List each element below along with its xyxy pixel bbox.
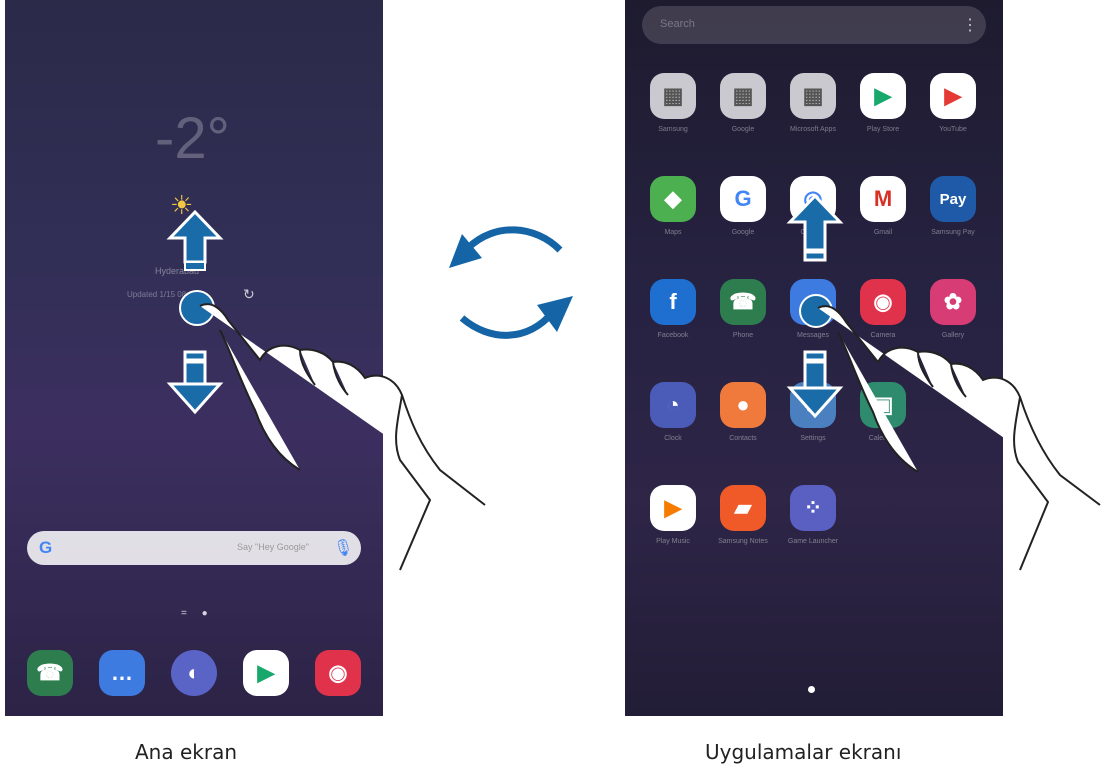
google-search-bar[interactable]: G Say "Hey Google" 🎙 [27, 531, 361, 565]
game-launcher-icon[interactable]: ⁘ [790, 485, 836, 531]
weather-updated: Updated 1/15 08:11 [127, 290, 197, 299]
folder-icon[interactable]: ▦ [790, 73, 836, 119]
sun-icon: ☀ [170, 190, 194, 220]
app-label: Gallery [941, 332, 965, 339]
page-indicator-dot [808, 686, 815, 693]
clock-icon[interactable]: ◔ [650, 382, 696, 428]
app-label: Phone [732, 332, 754, 339]
app-label: Samsung [658, 126, 688, 133]
app-label: Chrome [800, 229, 826, 236]
message-icon[interactable]: … [790, 279, 836, 325]
dock-message-icon[interactable]: … [99, 650, 145, 696]
notes-icon[interactable]: ▰ [720, 485, 766, 531]
weather-location: Hyderabad [155, 266, 200, 276]
app-label: Facebook [657, 332, 689, 339]
cycle-arrowhead-right [537, 296, 573, 332]
dock-play-store-icon[interactable]: ▶ [243, 650, 289, 696]
app-label: Google [731, 229, 755, 236]
app-label: Google [731, 126, 755, 133]
maps-icon[interactable]: ◆ [650, 176, 696, 222]
app-label: YouTube [939, 126, 967, 133]
refresh-icon[interactable]: ↻ [243, 286, 255, 303]
youtube-icon[interactable]: ▶ [930, 73, 976, 119]
apps-search-placeholder: Search [660, 18, 695, 30]
more-options-icon[interactable]: ⋮ [962, 15, 978, 35]
contacts-icon[interactable]: ● [720, 382, 766, 428]
dock-camera-icon[interactable]: ◉ [315, 650, 361, 696]
folder-icon[interactable]: ▦ [650, 73, 696, 119]
google-logo-icon: G [39, 538, 53, 557]
app-label: Settings [800, 435, 826, 442]
settings-icon[interactable]: ⚙ [790, 382, 836, 428]
app-label: Samsung Notes [718, 538, 768, 545]
apps-screen-caption: Uygulamalar ekranı [705, 740, 902, 764]
gallery-icon[interactable]: ✿ [930, 279, 976, 325]
app-label: Play Store [866, 126, 900, 133]
page-indicator: = ● [181, 608, 214, 619]
google-icon[interactable]: G [720, 176, 766, 222]
app-label: Calendar [868, 435, 898, 442]
dock-phone-icon[interactable]: ☎ [27, 650, 73, 696]
cycle-arrowhead-left [449, 234, 482, 268]
app-label: Microsoft Apps [790, 126, 836, 133]
app-label: Play Music [656, 538, 690, 545]
play-store-icon[interactable]: ▶ [860, 73, 906, 119]
dock-internet-icon[interactable]: ◐ [171, 650, 217, 696]
app-label: Camera [870, 332, 896, 339]
app-label: Samsung Pay [931, 229, 975, 236]
microphone-icon[interactable]: 🎙 [333, 538, 353, 558]
pay-icon[interactable]: Pay [930, 176, 976, 222]
app-label: Clock [664, 435, 682, 442]
calendar-icon[interactable]: ▣ [860, 382, 906, 428]
gmail-icon[interactable]: M [860, 176, 906, 222]
home-screen: -2° ☀ Hyderabad Updated 1/15 08:11 ↻ G S… [5, 0, 383, 716]
app-label: Messages [797, 332, 829, 339]
phone-icon[interactable]: ☎ [720, 279, 766, 325]
apps-screen: Search ⋮ ▦ Samsung ▦ Google ▦ Microsoft Apps ▶… [625, 0, 1003, 716]
app-label: Game Launcher [787, 538, 839, 545]
folder-icon[interactable]: ▦ [720, 73, 766, 119]
facebook-icon[interactable]: f [650, 279, 696, 325]
apps-search-bar[interactable]: Search ⋮ [642, 6, 986, 44]
google-search-hint: Say "Hey Google" [237, 542, 309, 552]
app-label: Gmail [873, 229, 893, 236]
switch-cycle-icon [459, 226, 563, 339]
play-music-icon[interactable]: ▶ [650, 485, 696, 531]
app-label: Maps [664, 229, 682, 236]
chrome-icon[interactable]: ◎ [790, 176, 836, 222]
app-label: Contacts [729, 435, 757, 442]
camera-icon[interactable]: ◉ [860, 279, 906, 325]
weather-temperature: -2° [155, 106, 230, 171]
home-screen-caption: Ana ekran [135, 740, 238, 764]
